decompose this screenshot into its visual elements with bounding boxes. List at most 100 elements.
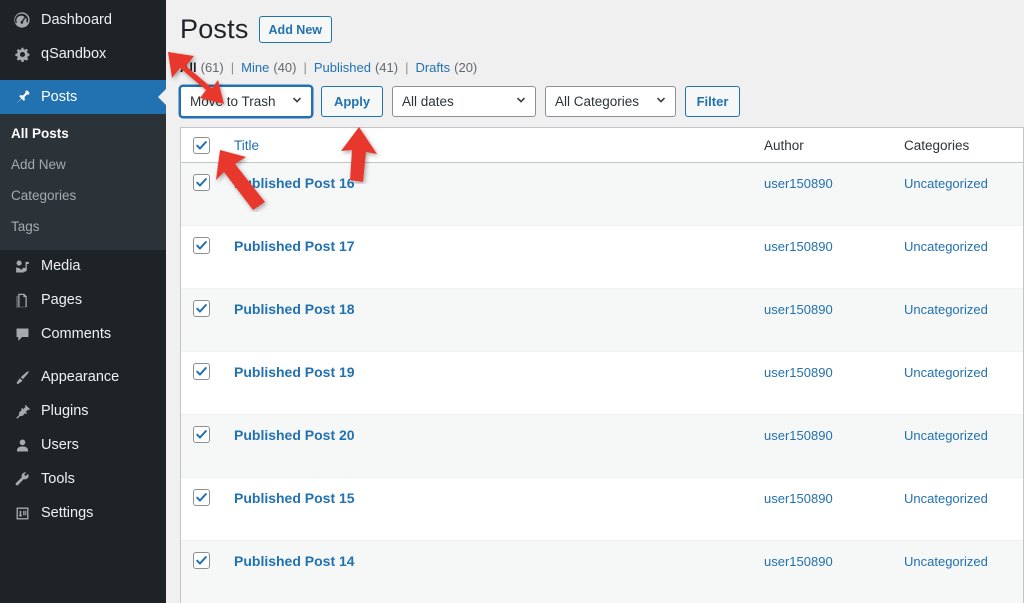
row-checkbox[interactable] (192, 300, 210, 318)
sidebar-divider (0, 71, 166, 80)
post-category-link[interactable]: Uncategorized (904, 552, 988, 569)
row-checkbox[interactable] (192, 363, 210, 381)
sidebar-item-posts[interactable]: Posts (0, 80, 166, 114)
view-link-all[interactable]: All (180, 60, 197, 75)
sidebar-item-label: Settings (41, 505, 94, 522)
table-row: Published Post 16 user150890 Uncategoriz… (181, 163, 1023, 227)
row-title-cell: Published Post 16 (219, 174, 764, 194)
view-link-published[interactable]: Published (314, 60, 371, 75)
sidebar-item-pages[interactable]: Pages (0, 284, 166, 318)
row-checkbox[interactable] (192, 174, 210, 192)
sidebar-item-appearance[interactable]: Appearance (0, 361, 166, 395)
sidebar-item-media[interactable]: Media (0, 250, 166, 284)
sidebar-item-settings[interactable]: Settings (0, 497, 166, 531)
row-author-cell: user150890 (764, 237, 904, 258)
post-author-link[interactable]: user150890 (764, 363, 833, 380)
row-select-cell (181, 426, 219, 444)
view-count-drafts: (20) (454, 60, 478, 76)
post-category-link[interactable]: Uncategorized (904, 363, 988, 380)
column-header-title[interactable]: Title (219, 138, 764, 153)
submenu-item-tags[interactable]: Tags (0, 212, 166, 243)
apply-button[interactable]: Apply (321, 86, 383, 118)
post-category-link[interactable]: Uncategorized (904, 426, 988, 443)
category-filter-value: All Categories (555, 94, 640, 110)
sidebar-item-comments[interactable]: Comments (0, 318, 166, 352)
row-checkbox[interactable] (192, 489, 210, 507)
chevron-down-icon (515, 93, 527, 108)
row-select-cell (181, 237, 219, 255)
sidebar-item-label: Pages (41, 292, 83, 309)
post-status-views: All (61) | Mine (40) | Published (41) | … (180, 60, 1024, 75)
row-checkbox[interactable] (192, 552, 210, 570)
date-filter-select[interactable]: All dates (392, 86, 536, 118)
submenu-item-all-posts[interactable]: All Posts (0, 119, 166, 150)
comment-icon (11, 325, 33, 345)
bulk-action-value: Move to Trash (190, 94, 276, 110)
post-author-link[interactable]: user150890 (764, 489, 833, 506)
bulk-action-select[interactable]: Move to Trash (180, 86, 312, 118)
brush-icon (11, 368, 33, 388)
sidebar-item-plugins[interactable]: Plugins (0, 395, 166, 429)
add-new-button[interactable]: Add New (258, 16, 333, 44)
user-icon (11, 436, 33, 456)
post-author-link[interactable]: user150890 (764, 300, 833, 317)
post-author-link[interactable]: user150890 (764, 237, 833, 254)
settings-icon (11, 504, 33, 524)
post-title-link[interactable]: Published Post 19 (234, 364, 355, 380)
post-title-link[interactable]: Published Post 14 (234, 553, 355, 569)
row-title-cell: Published Post 14 (219, 552, 764, 572)
sidebar-item-tools[interactable]: Tools (0, 463, 166, 497)
select-all-checkbox[interactable] (192, 136, 210, 154)
sidebar-item-label: qSandbox (41, 45, 107, 62)
post-title-link[interactable]: Published Post 16 (234, 175, 355, 191)
pages-icon (11, 291, 33, 311)
view-count-mine: (40) (273, 60, 297, 76)
page-title: Posts (180, 14, 249, 44)
sidebar-item-label: Users (41, 437, 79, 454)
post-category-link[interactable]: Uncategorized (904, 174, 988, 191)
post-category-link[interactable]: Uncategorized (904, 300, 988, 317)
table-row: Published Post 20 user150890 Uncategoriz… (181, 415, 1023, 479)
chevron-down-icon (291, 93, 303, 108)
view-link-drafts[interactable]: Drafts (415, 60, 450, 75)
filter-button[interactable]: Filter (685, 86, 740, 118)
sidebar-item-label: Posts (41, 88, 78, 105)
table-header-row: Title Author Categories (181, 128, 1023, 164)
sidebar-item-qsandbox[interactable]: qSandbox (0, 37, 166, 71)
post-category-link[interactable]: Uncategorized (904, 237, 988, 254)
post-title-link[interactable]: Published Post 17 (234, 238, 355, 254)
post-title-link[interactable]: Published Post 15 (234, 490, 355, 506)
category-filter-select[interactable]: All Categories (545, 86, 676, 118)
row-checkbox[interactable] (192, 426, 210, 444)
row-checkbox[interactable] (192, 237, 210, 255)
table-row: Published Post 17 user150890 Uncategoriz… (181, 226, 1023, 290)
post-author-link[interactable]: user150890 (764, 174, 833, 191)
view-link-mine[interactable]: Mine (241, 60, 269, 75)
row-select-cell (181, 363, 219, 381)
submenu-item-categories[interactable]: Categories (0, 181, 166, 212)
page-header: Posts Add New (180, 12, 1024, 47)
chevron-down-icon (655, 93, 667, 108)
plug-icon (11, 402, 33, 422)
post-author-link[interactable]: user150890 (764, 426, 833, 443)
row-categories-cell: Uncategorized (904, 363, 1023, 384)
row-author-cell: user150890 (764, 552, 904, 573)
row-author-cell: user150890 (764, 300, 904, 321)
sidebar-divider (0, 352, 166, 361)
row-author-cell: user150890 (764, 426, 904, 447)
post-title-link[interactable]: Published Post 18 (234, 301, 355, 317)
post-author-link[interactable]: user150890 (764, 552, 833, 569)
row-title-cell: Published Post 19 (219, 363, 764, 383)
row-categories-cell: Uncategorized (904, 237, 1023, 258)
media-icon (11, 257, 33, 277)
row-categories-cell: Uncategorized (904, 174, 1023, 195)
submenu-item-add-new[interactable]: Add New (0, 150, 166, 181)
row-categories-cell: Uncategorized (904, 300, 1023, 321)
post-title-link[interactable]: Published Post 20 (234, 427, 355, 443)
post-category-link[interactable]: Uncategorized (904, 489, 988, 506)
sidebar-item-dashboard[interactable]: Dashboard (0, 3, 166, 37)
sidebar-item-users[interactable]: Users (0, 429, 166, 463)
posts-submenu: All Posts Add New Categories Tags (0, 114, 166, 250)
row-title-cell: Published Post 18 (219, 300, 764, 320)
table-row: Published Post 14 user150890 Uncategoriz… (181, 541, 1023, 603)
